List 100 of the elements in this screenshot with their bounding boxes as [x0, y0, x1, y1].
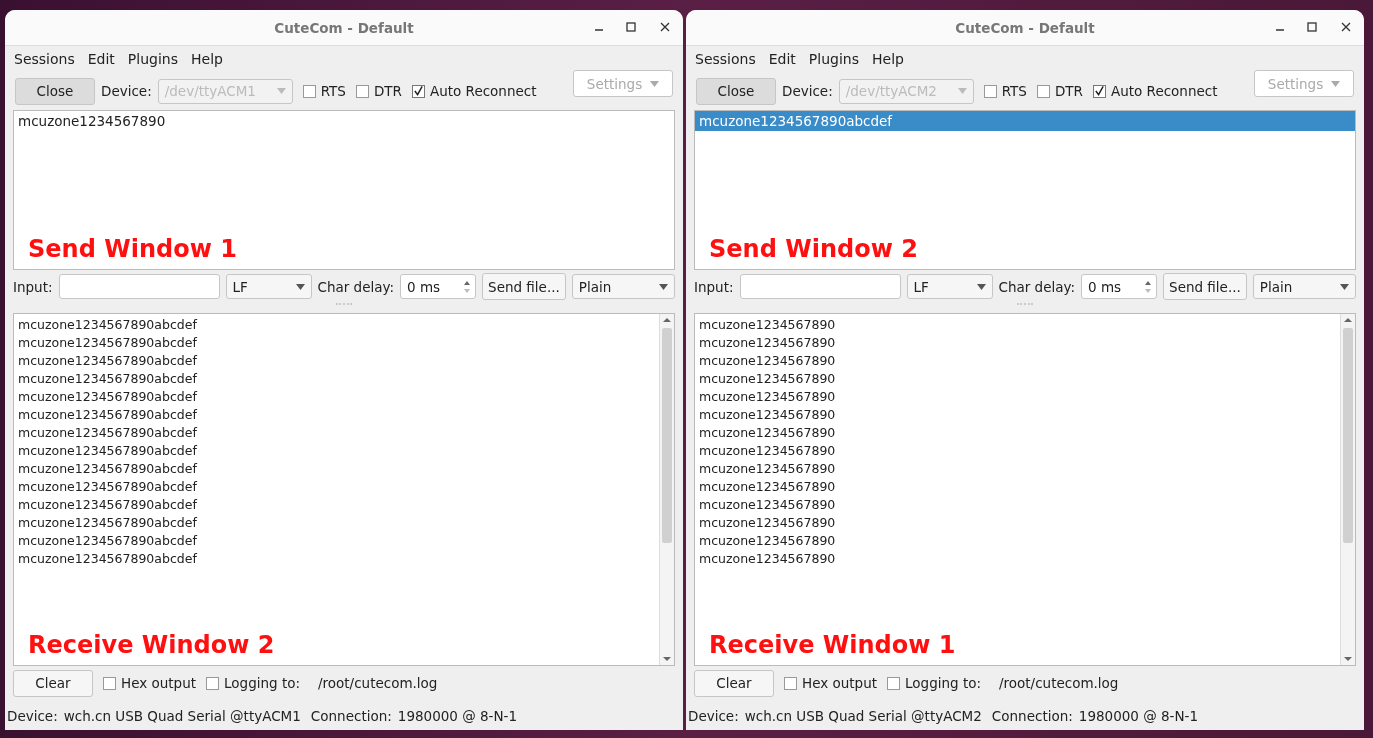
device-label: Device: — [782, 83, 833, 99]
status-device-label: Device: — [7, 708, 58, 724]
output-line: mcuzone1234567890 — [699, 514, 837, 532]
menu-item[interactable]: Sessions — [14, 51, 75, 67]
caret-icon — [1339, 283, 1349, 290]
caret-icon — [658, 283, 668, 290]
checkbox-label: Auto Reconnect — [429, 83, 537, 99]
char-delay-label: Char delay: — [998, 278, 1076, 295]
output-line: mcuzone1234567890abcdef — [18, 514, 198, 532]
checkbox-label: RTS — [320, 83, 346, 99]
checkbox-label: Auto Reconnect — [1110, 83, 1218, 99]
history-item[interactable]: mcuzone1234567890abcdef — [695, 111, 1355, 131]
output-line: mcuzone1234567890 — [699, 532, 837, 550]
clear-button[interactable]: Clear — [13, 669, 93, 697]
output-line: mcuzone1234567890 — [699, 406, 837, 424]
output-line: mcuzone1234567890abcdef — [18, 478, 198, 496]
input-label: Input: — [694, 278, 734, 295]
checkbox[interactable] — [784, 676, 797, 690]
check-icon — [412, 85, 424, 97]
scrollbar[interactable] — [659, 314, 674, 665]
checkbox-label: RTS — [1001, 83, 1027, 99]
format-dropdown[interactable]: Plain — [571, 274, 675, 299]
output-line: mcuzone1234567890 — [699, 424, 837, 442]
scrollbar-thumb[interactable] — [1343, 328, 1353, 543]
checkbox-label: Hex output — [121, 675, 197, 691]
log-path: /root/cutecom.log — [318, 675, 438, 691]
status-connection-label: Connection: — [310, 708, 392, 724]
caret-icon — [295, 283, 305, 290]
char-delay-label: Char delay: — [317, 278, 395, 295]
output-line: mcuzone1234567890 — [699, 550, 837, 568]
output-line: mcuzone1234567890abcdef — [18, 406, 198, 424]
output-line: mcuzone1234567890 — [699, 442, 837, 460]
scrollbar[interactable] — [1340, 314, 1355, 665]
status-connection-value: 1980000 @ 8-N-1 — [1078, 708, 1199, 724]
caret-icon — [276, 88, 286, 94]
output-line: mcuzone1234567890 — [699, 334, 837, 352]
output-line: mcuzone1234567890abcdef — [18, 388, 198, 406]
checkbox-label: Hex output — [802, 675, 878, 691]
line-ending-dropdown[interactable]: LF — [906, 274, 993, 299]
status-connection-value: 1980000 @ 8-N-1 — [397, 708, 518, 724]
menu-item[interactable]: Sessions — [695, 51, 756, 67]
checkbox[interactable] — [302, 84, 316, 98]
status-connection-label: Connection: — [991, 708, 1073, 724]
checkbox[interactable] — [983, 84, 997, 98]
clear-button[interactable]: Clear — [694, 669, 774, 697]
input-field[interactable] — [739, 274, 901, 299]
checkbox[interactable] — [411, 84, 425, 98]
line-ending-dropdown[interactable]: LF — [225, 274, 312, 299]
checkbox[interactable] — [103, 676, 116, 690]
format-dropdown[interactable]: Plain — [1252, 274, 1356, 299]
caret-icon — [650, 80, 660, 87]
send-file-button[interactable]: Send file... — [1163, 273, 1247, 300]
output-line: mcuzone1234567890 — [699, 496, 837, 514]
history-item[interactable]: mcuzone1234567890 — [14, 111, 674, 131]
caret-icon — [976, 283, 986, 290]
annotation-label: Send Window 2 — [709, 235, 918, 263]
menu-item[interactable]: Help — [872, 51, 904, 67]
minimize-icon — [1276, 29, 1284, 31]
output-line: mcuzone1234567890abcdef — [18, 496, 198, 514]
output-line: mcuzone1234567890 — [699, 316, 837, 334]
checkbox[interactable] — [1092, 84, 1106, 98]
menu-item[interactable]: Plugins — [808, 51, 859, 67]
device-label: Device: — [101, 83, 152, 99]
char-delay-spinbox[interactable]: 0 ms — [1081, 274, 1158, 299]
output-line: mcuzone1234567890 — [699, 352, 837, 370]
checkbox[interactable] — [206, 676, 220, 690]
output-line: mcuzone1234567890abcdef — [18, 424, 198, 442]
input-label: Input: — [13, 278, 53, 295]
close-icon — [659, 21, 671, 33]
status-device-value: wch.cn USB Quad Serial @ttyACM1 — [63, 708, 301, 724]
output-line: mcuzone1234567890abcdef — [18, 316, 198, 334]
menu-item[interactable]: Plugins — [127, 51, 178, 67]
check-icon — [1093, 85, 1105, 97]
checkbox[interactable] — [1036, 84, 1050, 98]
caret-icon — [1331, 80, 1341, 87]
send-file-button[interactable]: Send file... — [482, 273, 566, 300]
scrollbar-thumb[interactable] — [662, 328, 672, 543]
checkbox-label: Logging to: — [224, 675, 300, 691]
input-field[interactable] — [58, 274, 220, 299]
menu-item[interactable]: Help — [191, 51, 223, 67]
close-button[interactable]: Close — [15, 77, 95, 105]
menu-item[interactable]: Edit — [87, 51, 115, 67]
maximize-icon — [1306, 21, 1318, 33]
checkbox[interactable] — [355, 84, 369, 98]
menu-item[interactable]: Edit — [768, 51, 796, 67]
close-button[interactable]: Close — [696, 77, 776, 105]
output-line: mcuzone1234567890abcdef — [18, 460, 198, 478]
status-device-label: Device: — [688, 708, 739, 724]
minimize-icon — [595, 29, 603, 31]
window-title: CuteCom - Default — [274, 19, 414, 36]
output-line: mcuzone1234567890abcdef — [18, 550, 198, 568]
output-line: mcuzone1234567890abcdef — [18, 334, 198, 352]
checkbox[interactable] — [887, 676, 901, 690]
maximize-icon — [625, 21, 637, 33]
output-line: mcuzone1234567890abcdef — [18, 370, 198, 388]
checkbox-label: DTR — [373, 83, 402, 99]
output-line: mcuzone1234567890 — [699, 388, 837, 406]
char-delay-spinbox[interactable]: 0 ms — [400, 274, 477, 299]
checkbox-label: Logging to: — [905, 675, 981, 691]
output-line: mcuzone1234567890 — [699, 478, 837, 496]
